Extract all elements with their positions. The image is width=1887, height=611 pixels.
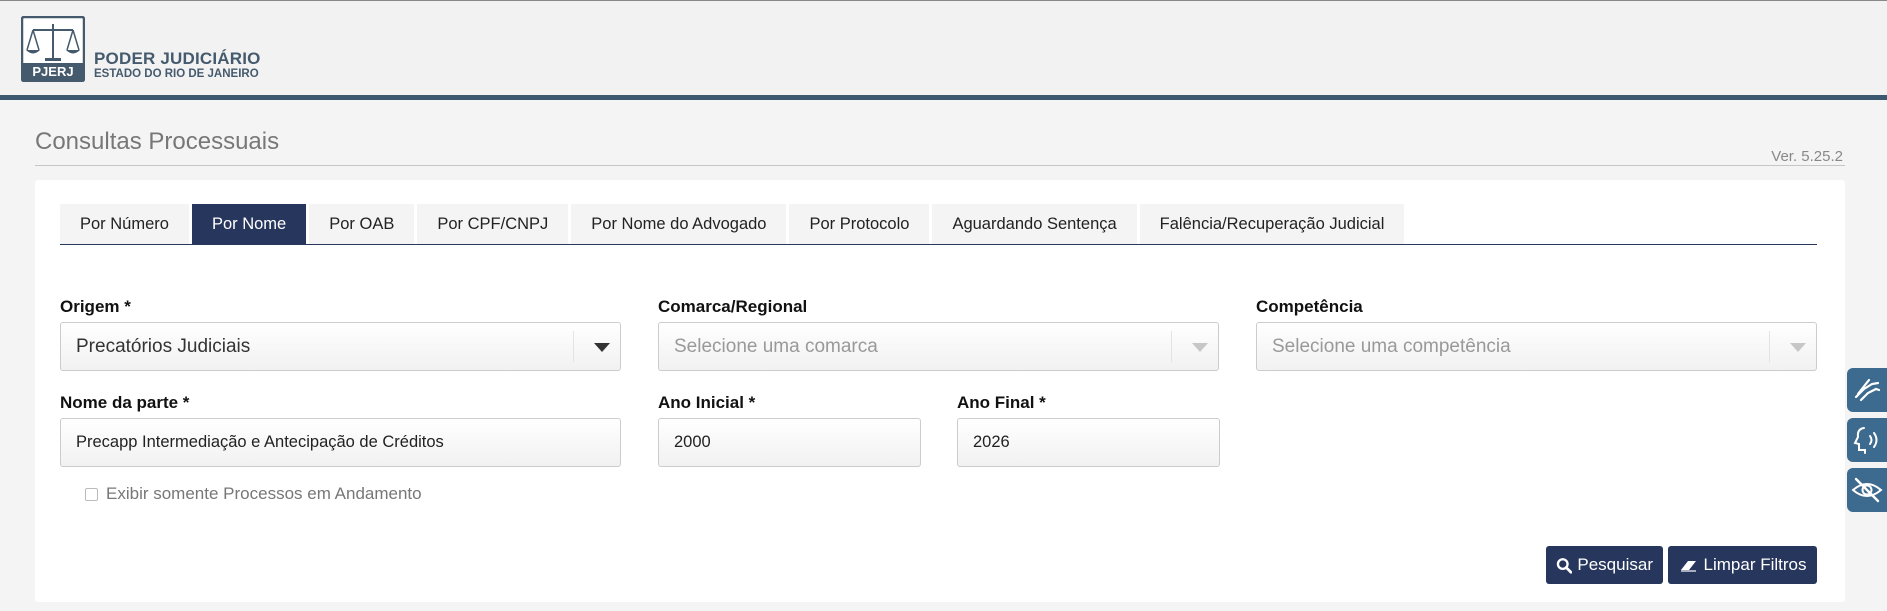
andamento-checkbox[interactable] <box>85 487 98 501</box>
comarca-select[interactable]: Selecione uma comarca <box>658 322 1219 371</box>
chevron-down-icon <box>1790 343 1806 352</box>
ano-final-input[interactable]: 2026 <box>957 418 1220 467</box>
version-label: Ver. 5.25.2 <box>1771 148 1843 165</box>
search-tabs: Por Número Por Nome Por OAB Por CPF/CNPJ… <box>60 204 1407 245</box>
tab-falencia-recuperacao[interactable]: Falência/Recuperação Judicial <box>1139 204 1405 245</box>
andamento-checkbox-label[interactable]: Exibir somente Processos em Andamento <box>106 484 422 504</box>
ano-inicial-input[interactable]: 2000 <box>658 418 921 467</box>
select-separator <box>1769 331 1770 362</box>
chevron-down-icon <box>594 343 610 352</box>
select-separator <box>573 331 574 362</box>
tab-por-nome-advogado[interactable]: Por Nome do Advogado <box>571 204 787 245</box>
andamento-option: Exibir somente Processos em Andamento <box>85 484 422 504</box>
low-vision-icon <box>1851 477 1883 503</box>
page-title: Consultas Processuais <box>35 128 280 155</box>
search-icon <box>1556 557 1573 574</box>
clear-filters-button[interactable]: Limpar Filtros <box>1668 546 1817 584</box>
eraser-icon <box>1680 561 1696 572</box>
sign-language-button[interactable] <box>1847 368 1887 412</box>
tabs-underline <box>60 244 1817 245</box>
low-vision-button[interactable] <box>1847 468 1887 512</box>
svg-text:PJERJ: PJERJ <box>32 64 73 79</box>
brand-title: PODER JUDICIÁRIO <box>94 49 261 68</box>
origem-select[interactable]: Precatórios Judiciais <box>60 322 621 371</box>
tab-por-cpf-cnpj[interactable]: Por CPF/CNPJ <box>417 204 569 245</box>
search-button-label: Pesquisar <box>1577 555 1653 574</box>
competencia-label: Competência <box>1256 297 1363 316</box>
ano-inicial-label: Ano Inicial * <box>658 393 756 412</box>
pjerj-logo: PJERJ <box>21 16 85 82</box>
chevron-down-icon <box>1192 343 1208 352</box>
origem-label: Origem * <box>60 297 131 316</box>
comarca-label: Comarca/Regional <box>658 297 808 316</box>
sign-language-icon <box>1854 378 1881 402</box>
audio-reader-button[interactable] <box>1847 418 1887 462</box>
nome-parte-label: Nome da parte * <box>60 393 190 412</box>
title-divider <box>35 165 1845 166</box>
clear-filters-label: Limpar Filtros <box>1703 555 1807 574</box>
brand-subtitle: ESTADO DO RIO DE JANEIRO <box>94 68 259 80</box>
origem-value: Precatórios Judiciais <box>76 335 251 357</box>
comarca-placeholder: Selecione uma comarca <box>674 335 878 357</box>
tab-por-protocolo[interactable]: Por Protocolo <box>789 204 930 245</box>
nome-parte-input[interactable]: Precapp Intermediação e Antecipação de C… <box>60 418 621 467</box>
competencia-select[interactable]: Selecione uma competência <box>1256 322 1817 371</box>
tab-por-numero[interactable]: Por Número <box>60 204 189 245</box>
ano-final-label: Ano Final * <box>957 393 1046 412</box>
select-separator <box>1171 331 1172 362</box>
header-divider <box>0 95 1887 100</box>
tab-por-oab[interactable]: Por OAB <box>309 204 415 245</box>
tab-por-nome[interactable]: Por Nome <box>191 204 307 245</box>
audio-reader-icon <box>1853 427 1878 454</box>
search-button[interactable]: Pesquisar <box>1546 546 1663 584</box>
competencia-placeholder: Selecione uma competência <box>1272 335 1511 357</box>
site-header: PJERJ PODER JUDICIÁRIO ESTADO DO RIO DE … <box>0 0 1887 95</box>
tab-aguardando-sentenca[interactable]: Aguardando Sentença <box>932 204 1137 245</box>
